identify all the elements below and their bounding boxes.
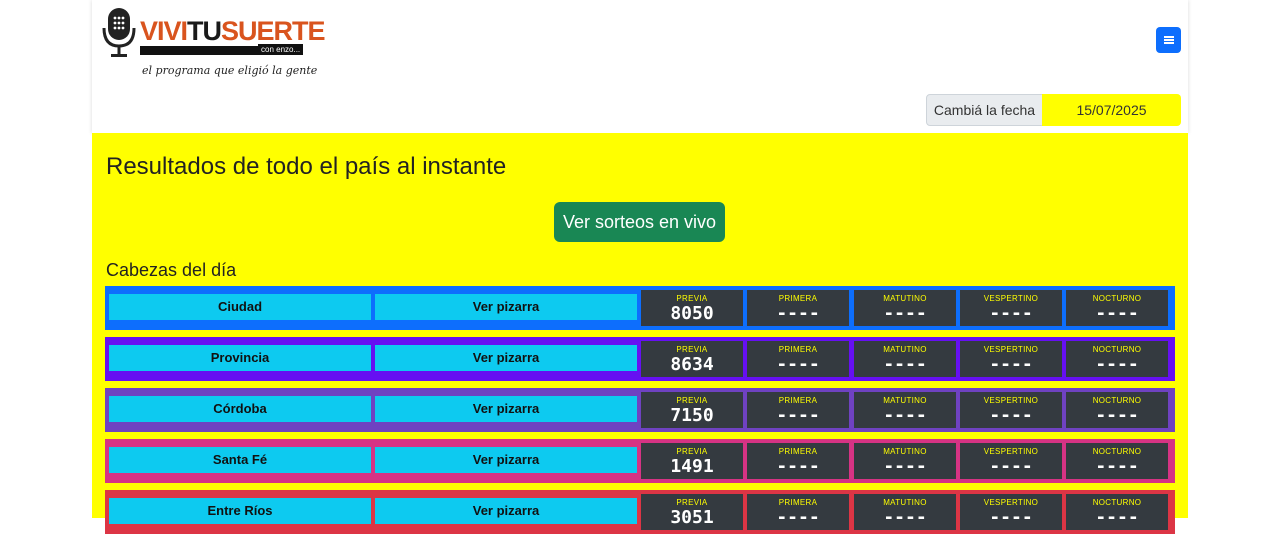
draw-number: ---- (989, 405, 1033, 426)
draw-cell-previa: PREVIA 7150 (641, 392, 743, 428)
draw-cell-matutino: MATUTINO ---- (854, 392, 956, 428)
province-name: Córdoba (109, 396, 371, 422)
result-row: Ciudad Ver pizarra PREVIA 8050 PRIMERA ---- MA… (105, 286, 1175, 330)
draw-cell-vespertino: VESPERTINO ---- (960, 341, 1062, 377)
brand-tagline: el programa que eligió la gente (142, 64, 318, 77)
draw-cell-matutino: MATUTINO ---- (854, 443, 956, 479)
brand-name: VIVITUSUERTE (140, 16, 326, 46)
result-row: Entre Ríos Ver pizarra PREVIA 3051 PRIMERA --… (105, 490, 1175, 534)
draw-cell-vespertino: VESPERTINO ---- (960, 494, 1062, 530)
draw-cell-matutino: MATUTINO ---- (854, 494, 956, 530)
draw-number: ---- (776, 507, 820, 528)
view-board-button[interactable]: Ver pizarra (375, 447, 637, 473)
view-board-button[interactable]: Ver pizarra (375, 294, 637, 320)
draw-number: 8050 (670, 303, 714, 324)
draw-cell-vespertino: VESPERTINO ---- (960, 290, 1062, 326)
draw-cell-nocturno: NOCTURNO ---- (1066, 443, 1168, 479)
draw-cell-previa: PREVIA 8634 (641, 341, 743, 377)
draw-number: ---- (1095, 456, 1139, 477)
page-title: Resultados de todo el país al instante (106, 153, 507, 180)
view-board-button[interactable]: Ver pizarra (375, 396, 637, 422)
draw-cell-previa: PREVIA 8050 (641, 290, 743, 326)
draw-cell-nocturno: NOCTURNO ---- (1066, 392, 1168, 428)
live-draws-button[interactable]: Ver sorteos en vivo (554, 202, 725, 242)
result-row: Córdoba Ver pizarra PREVIA 7150 PRIMERA ---- M… (105, 388, 1175, 432)
result-row: Santa Fé Ver pizarra PREVIA 1491 PRIMERA ----… (105, 439, 1175, 483)
province-name: Entre Ríos (109, 498, 371, 524)
draw-cell-primera: PRIMERA ---- (747, 392, 849, 428)
draw-number: 3051 (670, 507, 714, 528)
page-container: VIVITUSUERTE con enzo... el programa que… (92, 0, 1188, 534)
site-logo[interactable]: VIVITUSUERTE con enzo... el programa que… (102, 6, 326, 82)
draw-cell-primera: PRIMERA ---- (747, 443, 849, 479)
draw-number: ---- (989, 303, 1033, 324)
draw-cell-primera: PRIMERA ---- (747, 494, 849, 530)
hamburger-icon (1164, 36, 1174, 38)
province-name: Ciudad (109, 294, 371, 320)
draw-cell-nocturno: NOCTURNO ---- (1066, 494, 1168, 530)
site-header: VIVITUSUERTE con enzo... el programa que… (92, 0, 1188, 133)
date-label: Cambiá la fecha (926, 94, 1043, 126)
province-name: Provincia (109, 345, 371, 371)
brand-name-left: VIVI (140, 16, 188, 46)
date-input[interactable]: 15/07/2025 (1042, 94, 1181, 126)
draw-number: ---- (883, 354, 927, 375)
draw-number: 7150 (670, 405, 714, 426)
view-board-button[interactable]: Ver pizarra (375, 345, 637, 371)
draw-number: ---- (883, 507, 927, 528)
draw-number: ---- (1095, 354, 1139, 375)
brand-name-right: SUERTE (221, 16, 326, 46)
draw-number: ---- (1095, 303, 1139, 324)
draw-cell-vespertino: VESPERTINO ---- (960, 392, 1062, 428)
brand-subtitle: con enzo... (258, 44, 304, 55)
brand-name-middle: TU (187, 16, 222, 46)
draw-number: ---- (1095, 507, 1139, 528)
draw-cell-nocturno: NOCTURNO ---- (1066, 341, 1168, 377)
draw-number: ---- (989, 456, 1033, 477)
draw-number: ---- (776, 456, 820, 477)
microphone-icon (102, 8, 136, 57)
draw-number: ---- (1095, 405, 1139, 426)
result-row: Provincia Ver pizarra PREVIA 8634 PRIMERA ---… (105, 337, 1175, 381)
draw-number: 8634 (670, 354, 714, 375)
draw-number: ---- (776, 303, 820, 324)
draw-cell-primera: PRIMERA ---- (747, 341, 849, 377)
province-name: Santa Fé (109, 447, 371, 473)
draw-number: ---- (776, 354, 820, 375)
section-subtitle: Cabezas del día (106, 260, 237, 280)
draw-number: ---- (883, 303, 927, 324)
draw-cell-nocturno: NOCTURNO ---- (1066, 290, 1168, 326)
results-section: Resultados de todo el país al instante V… (92, 133, 1188, 534)
draw-number: ---- (883, 456, 927, 477)
menu-button[interactable] (1156, 27, 1181, 53)
date-picker: Cambiá la fecha 15/07/2025 (926, 94, 1181, 126)
draw-cell-previa: PREVIA 1491 (641, 443, 743, 479)
view-board-button[interactable]: Ver pizarra (375, 498, 637, 524)
draw-cell-vespertino: VESPERTINO ---- (960, 443, 1062, 479)
draw-number: ---- (776, 405, 820, 426)
draw-cell-previa: PREVIA 3051 (641, 494, 743, 530)
draw-cell-primera: PRIMERA ---- (747, 290, 849, 326)
draw-number: ---- (883, 405, 927, 426)
draw-cell-matutino: MATUTINO ---- (854, 341, 956, 377)
draw-number: ---- (989, 507, 1033, 528)
draw-number: ---- (989, 354, 1033, 375)
draw-cell-matutino: MATUTINO ---- (854, 290, 956, 326)
draw-number: 1491 (670, 456, 714, 477)
